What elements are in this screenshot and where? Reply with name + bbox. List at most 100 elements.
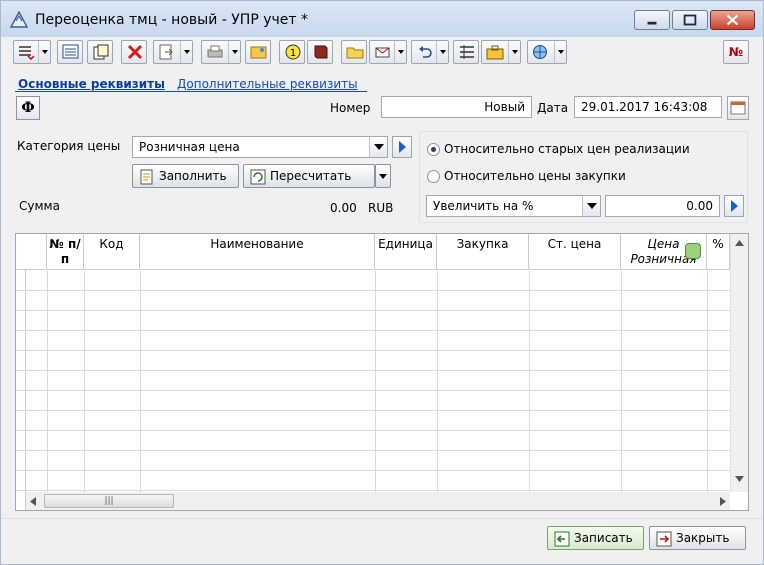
svg-text:1: 1 — [290, 48, 296, 59]
form-button[interactable] — [57, 40, 83, 64]
print-button[interactable] — [201, 40, 241, 64]
category-dropdown-arrow[interactable] — [369, 137, 387, 157]
briefcase-arrow[interactable] — [508, 41, 520, 63]
image-button[interactable] — [245, 40, 271, 64]
items-table: № п/п Код Наименование Единица Закупка С… — [15, 233, 749, 511]
toolbar: 1 № — [9, 37, 755, 67]
col-name[interactable]: Наименование — [140, 234, 375, 270]
currency-label: RUB — [368, 201, 394, 215]
footer-separator — [1, 518, 763, 519]
col-purchase[interactable]: Закупка — [437, 234, 529, 270]
save-button[interactable]: Записать — [547, 526, 644, 550]
table-row[interactable] — [16, 391, 730, 411]
number-field[interactable]: Новый — [381, 96, 532, 118]
fill-button[interactable]: Заполнить — [132, 164, 239, 188]
radio-old-prices-label[interactable]: Относительно старых цен реализации — [444, 142, 690, 156]
category-select[interactable]: Розничная цена — [132, 136, 388, 158]
copy-document-icon — [93, 44, 109, 60]
save-label: Записать — [574, 531, 633, 545]
scroll-up-icon[interactable] — [735, 240, 744, 246]
undo-arrow[interactable] — [436, 41, 448, 63]
list-menu-button[interactable] — [13, 40, 51, 64]
number-label: Номер — [330, 101, 371, 115]
price-basis-group: Относительно старых цен реализации Относ… — [419, 131, 748, 223]
horizontal-scrollbar[interactable]: ||| — [26, 492, 730, 510]
fire-button[interactable]: 1 — [279, 40, 305, 64]
window-title: Переоценка тмц - новый - УПР учет * — [35, 12, 308, 28]
col-unit[interactable]: Единица — [375, 234, 437, 270]
minimize-button[interactable] — [634, 10, 670, 30]
calendar-icon — [730, 100, 746, 116]
table-row[interactable] — [16, 331, 730, 351]
table-row[interactable] — [16, 431, 730, 451]
vertical-scrollbar[interactable] — [730, 234, 748, 492]
briefcase-button[interactable] — [481, 40, 521, 64]
recalc-menu-button[interactable] — [375, 164, 391, 188]
structure-button[interactable] — [453, 40, 479, 64]
change-mode-select[interactable]: Увеличить на % — [426, 195, 601, 217]
folder-icon — [346, 47, 364, 59]
change-mode-dropdown-arrow[interactable] — [582, 196, 600, 216]
mail-arrow[interactable] — [394, 41, 406, 63]
f-button[interactable]: Ф — [16, 96, 40, 120]
print-arrow[interactable] — [228, 41, 240, 63]
hierarchy-icon — [460, 45, 474, 59]
journal-button[interactable] — [307, 40, 333, 64]
table-row[interactable] — [16, 351, 730, 371]
radio-purchase-price-label[interactable]: Относительно цены закупки — [444, 169, 626, 183]
close-button[interactable]: Закрыть — [649, 526, 746, 550]
table-row[interactable] — [16, 411, 730, 431]
col-old-price[interactable]: Ст. цена — [529, 234, 621, 270]
category-value: Розничная цена — [139, 140, 240, 154]
tab-main-details[interactable]: Основные реквизиты — [18, 77, 165, 91]
document-arrow-icon — [159, 44, 173, 60]
undo-button[interactable] — [411, 40, 449, 64]
table-row[interactable] — [16, 271, 730, 291]
scroll-thumb[interactable]: ||| — [44, 494, 174, 508]
fill-icon — [140, 169, 153, 185]
chevron-down-icon — [379, 174, 387, 179]
radio-old-prices[interactable] — [427, 143, 440, 156]
table-row[interactable] — [16, 311, 730, 331]
category-open-button[interactable] — [392, 136, 412, 158]
change-value-field[interactable]: 0.00 — [605, 195, 720, 217]
exit-icon — [656, 531, 672, 547]
mail-button[interactable] — [369, 40, 407, 64]
folder-button[interactable] — [341, 40, 367, 64]
recalc-label: Пересчитать — [270, 169, 352, 183]
table-row[interactable] — [16, 471, 730, 491]
recalc-button[interactable]: Пересчитать — [243, 164, 375, 188]
table-row[interactable] — [16, 291, 730, 311]
delete-x-icon — [127, 44, 143, 60]
scroll-right-icon[interactable] — [720, 497, 726, 506]
col-new-price[interactable]: Цена Розничная — [621, 234, 707, 270]
col-num[interactable]: № п/п — [47, 234, 84, 270]
print-preview-button[interactable] — [153, 40, 193, 64]
fill-label: Заполнить — [159, 169, 227, 183]
category-label: Категория цены — [17, 139, 121, 153]
book-icon — [314, 45, 328, 59]
title-bar[interactable]: Переоценка тмц - новый - УПР учет * — [1, 1, 763, 37]
scroll-left-icon[interactable] — [30, 497, 36, 506]
maximize-button[interactable] — [672, 10, 708, 30]
apply-change-button[interactable] — [724, 195, 744, 217]
envelope-icon — [375, 47, 390, 58]
table-row[interactable] — [16, 371, 730, 391]
copy-button[interactable] — [87, 40, 113, 64]
web-button[interactable] — [527, 40, 567, 64]
sum-label: Сумма — [19, 199, 60, 213]
col-code[interactable]: Код — [84, 234, 140, 270]
table-row[interactable] — [16, 451, 730, 471]
tab-extra-details[interactable]: Дополнительные реквизиты — [177, 77, 358, 91]
radio-purchase-price[interactable] — [427, 170, 440, 183]
scroll-down-icon[interactable] — [735, 476, 744, 482]
col-percent[interactable]: % — [707, 234, 730, 270]
list-menu-arrow[interactable] — [38, 41, 50, 63]
print-preview-arrow[interactable] — [180, 41, 192, 63]
delete-button[interactable] — [121, 40, 147, 64]
number-button[interactable]: № — [723, 40, 749, 64]
number-one-icon: 1 — [285, 44, 301, 60]
date-field[interactable]: 29.01.2017 16:43:08 — [574, 96, 722, 118]
web-arrow[interactable] — [554, 41, 566, 63]
close-window-button[interactable] — [710, 10, 755, 30]
